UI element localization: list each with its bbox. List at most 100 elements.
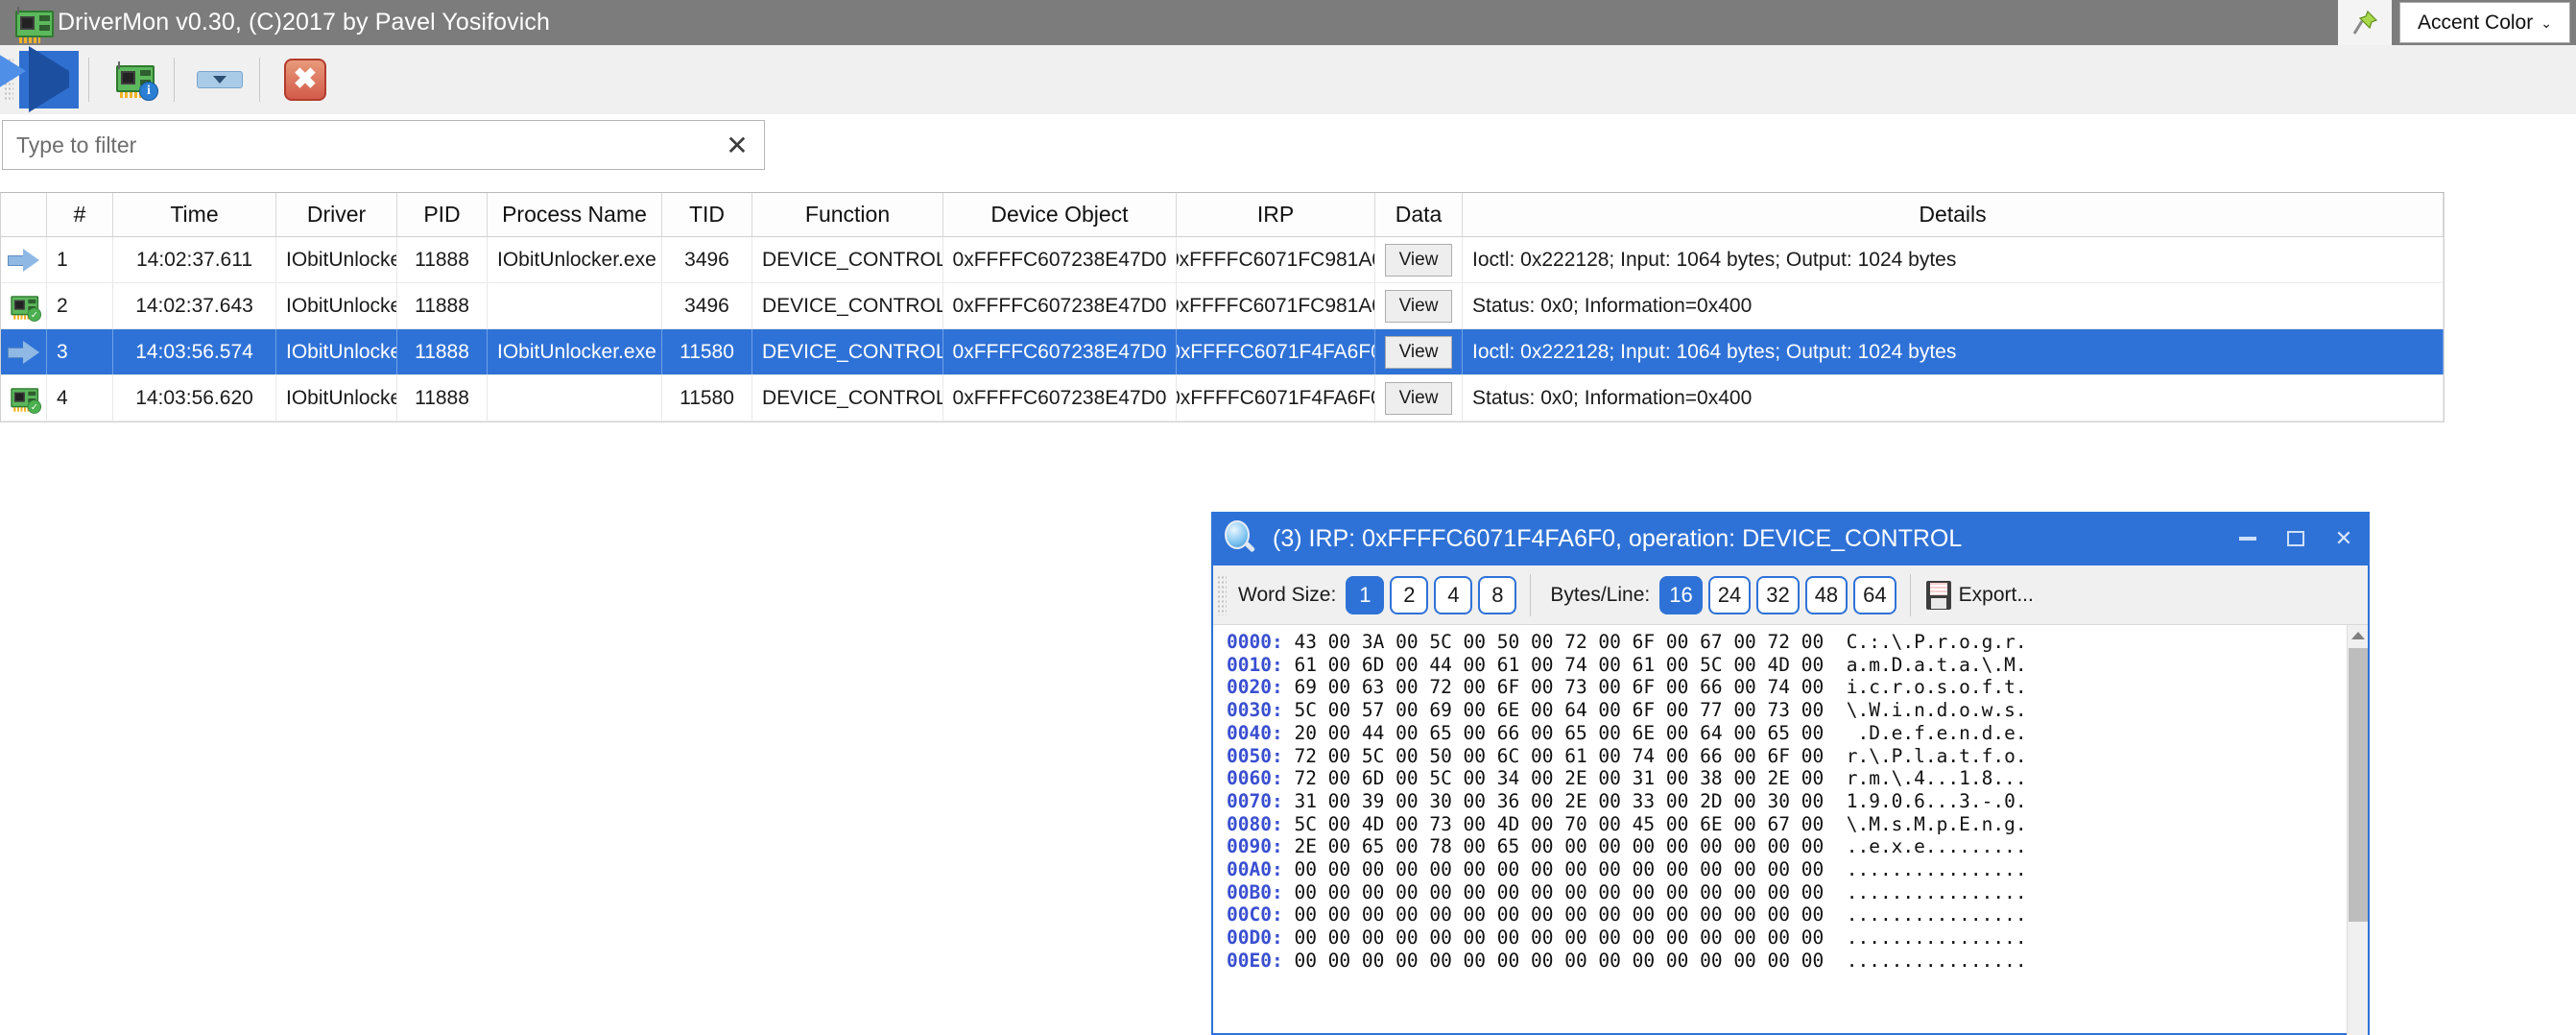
cell-process-name: IObitUnlocker.exe (488, 237, 662, 282)
columns-button[interactable] (190, 51, 250, 108)
column-header-time[interactable]: Time (113, 193, 276, 236)
floppy-disk-icon (1925, 580, 1951, 610)
column-header-data[interactable]: Data (1375, 193, 1463, 236)
bytes-line-option-48[interactable]: 48 (1804, 575, 1849, 614)
cell-driver: IObitUnlocker (276, 375, 397, 421)
hex-address: 00A0: (1227, 858, 1295, 881)
word-size-option-4[interactable]: 4 (1434, 575, 1473, 614)
column-header-irp[interactable]: IRP (1177, 193, 1375, 236)
maximize-button[interactable] (2272, 512, 2320, 566)
cell-device-object: 0xFFFFC607238E47D0 (943, 375, 1177, 421)
hex-line: 00C0: 00 00 00 00 00 00 00 00 00 00 00 0… (1227, 903, 2347, 927)
events-grid: # Time Driver PID Process Name TID Funct… (0, 192, 2445, 422)
hex-line: 00D0: 00 00 00 00 00 00 00 00 00 00 00 0… (1227, 927, 2347, 950)
column-header-driver[interactable]: Driver (276, 193, 397, 236)
bytes-line-option-32[interactable]: 32 (1756, 575, 1800, 614)
view-data-button[interactable]: View (1385, 381, 1452, 415)
hex-ascii: .D.e.f.e.n.d.e. (1846, 721, 2027, 744)
column-header-function[interactable]: Function (752, 193, 943, 236)
table-row[interactable]: 3 14:03:56.574 IObitUnlocker 11888 IObit… (1, 329, 2444, 375)
hex-address: 0050: (1227, 744, 1295, 767)
cell-time: 14:02:37.643 (113, 283, 276, 328)
column-header-details[interactable]: Details (1463, 193, 2444, 236)
row-type-icon-cell: ✓ (1, 283, 47, 328)
hex-ascii: \.W.i.n.d.o.w.s. (1846, 699, 2027, 722)
filter-input[interactable] (3, 132, 710, 158)
close-button[interactable]: ✕ (2320, 512, 2368, 566)
bytes-line-option-24[interactable]: 24 (1707, 575, 1752, 614)
cell-driver: IObitUnlocker (276, 329, 397, 374)
table-row[interactable]: 1 14:02:37.611 IObitUnlocker 11888 IObit… (1, 237, 2444, 283)
drivers-button[interactable]: i (105, 51, 164, 108)
hex-address: 00B0: (1227, 880, 1295, 903)
minimize-button[interactable] (2224, 512, 2272, 566)
hex-line: 0090: 2E 00 65 00 78 00 65 00 00 00 00 0… (1227, 835, 2347, 858)
cell-details: Ioctl: 0x222128; Input: 1064 bytes; Outp… (1463, 329, 2444, 374)
column-header-icon[interactable] (1, 193, 47, 236)
cell-number: 3 (47, 329, 113, 374)
cell-details: Status: 0x0; Information=0x400 (1463, 283, 2444, 328)
clear-filter-icon[interactable]: ✕ (710, 130, 764, 161)
hex-scrollbar[interactable] (2347, 625, 2368, 1035)
pushpin-icon[interactable] (2338, 0, 2392, 45)
hex-address: 0010: (1227, 653, 1295, 676)
clear-button[interactable]: ✖ (275, 51, 335, 108)
view-data-button[interactable]: View (1385, 335, 1452, 369)
column-header-number[interactable]: # (47, 193, 113, 236)
view-data-button[interactable]: View (1385, 243, 1452, 277)
column-header-process-name[interactable]: Process Name (488, 193, 662, 236)
hex-dump[interactable]: 0000: 43 00 3A 00 5C 00 50 00 72 00 6F 0… (1213, 625, 2347, 1035)
hex-ascii: ................ (1846, 949, 2027, 972)
hex-ascii: ................ (1846, 880, 2027, 903)
network-card-info-icon: i (112, 61, 158, 101)
main-toolbar: i ✖ (0, 45, 2576, 114)
hex-bytes: 72 00 5C 00 50 00 6C 00 61 00 74 00 66 0… (1294, 744, 1847, 767)
filter-bar: ✕ (0, 120, 2576, 172)
word-size-option-1[interactable]: 1 (1346, 575, 1385, 614)
table-row[interactable]: ✓ 4 14:03:56.620 IObitUnlocker 11888 115… (1, 375, 2444, 421)
cell-data: View (1375, 283, 1463, 328)
main-titlebar: DriverMon v0.30, (C)2017 by Pavel Yosifo… (0, 0, 2576, 45)
word-size-option-2[interactable]: 2 (1390, 575, 1429, 614)
hex-bytes: 00 00 00 00 00 00 00 00 00 00 00 00 00 0… (1294, 903, 1847, 927)
accent-color-dropdown[interactable]: Accent Color ⌄ (2399, 2, 2570, 43)
cell-irp: 0xFFFFC6071F4FA6F0 (1177, 329, 1375, 374)
hex-ascii: ................ (1846, 858, 2027, 881)
cell-data: View (1375, 237, 1463, 282)
scroll-up-arrow-icon[interactable] (2348, 625, 2369, 646)
word-size-option-8[interactable]: 8 (1478, 575, 1517, 614)
cell-irp: 0xFFFFC6071F4FA6F0 (1177, 375, 1375, 421)
row-type-icon-cell (1, 329, 47, 374)
bytes-line-option-64[interactable]: 64 (1853, 575, 1896, 614)
hex-bytes: 72 00 6D 00 5C 00 34 00 2E 00 31 00 38 0… (1294, 767, 1847, 790)
dialog-window-controls: ✕ (2224, 512, 2368, 566)
run-button[interactable] (0, 46, 79, 112)
column-header-tid[interactable]: TID (662, 193, 752, 236)
cell-number: 4 (47, 375, 113, 421)
titlebar-right-group: Accent Color ⌄ (2338, 0, 2576, 45)
play-icon (0, 46, 69, 112)
table-row[interactable]: ✓ 2 14:02:37.643 IObitUnlocker 11888 349… (1, 283, 2444, 329)
hex-bytes: 00 00 00 00 00 00 00 00 00 00 00 00 00 0… (1294, 927, 1847, 950)
hex-bytes: 00 00 00 00 00 00 00 00 00 00 00 00 00 0… (1294, 858, 1847, 881)
column-header-device-object[interactable]: Device Object (943, 193, 1177, 236)
cell-tid: 3496 (662, 283, 752, 328)
view-data-button[interactable]: View (1385, 289, 1452, 323)
cell-driver: IObitUnlocker (276, 237, 397, 282)
hex-ascii: a.m.D.a.t.a.\.M. (1846, 653, 2027, 676)
column-header-pid[interactable]: PID (397, 193, 488, 236)
request-arrow-icon (7, 248, 40, 272)
hex-line: 00A0: 00 00 00 00 00 00 00 00 00 00 00 0… (1227, 858, 2347, 881)
scrollbar-thumb[interactable] (2349, 648, 2368, 922)
export-button[interactable]: Export... (1959, 584, 2034, 607)
hex-address: 0000: (1227, 631, 1295, 653)
bytes-line-option-16[interactable]: 16 (1659, 575, 1703, 614)
hex-bytes: 69 00 63 00 72 00 6F 00 73 00 6F 00 66 0… (1294, 676, 1847, 699)
drivermon-app: DriverMon v0.30, (C)2017 by Pavel Yosifo… (0, 0, 2576, 1035)
chevron-down-icon: ⌄ (2540, 14, 2552, 31)
cell-number: 1 (47, 237, 113, 282)
irp-data-dialog: (3) IRP: 0xFFFFC6071F4FA6F0, operation: … (1211, 512, 2370, 1035)
cell-tid: 3496 (662, 237, 752, 282)
hex-line: 00E0: 00 00 00 00 00 00 00 00 00 00 00 0… (1227, 950, 2347, 973)
dialog-toolbar-grip[interactable] (1217, 574, 1227, 615)
